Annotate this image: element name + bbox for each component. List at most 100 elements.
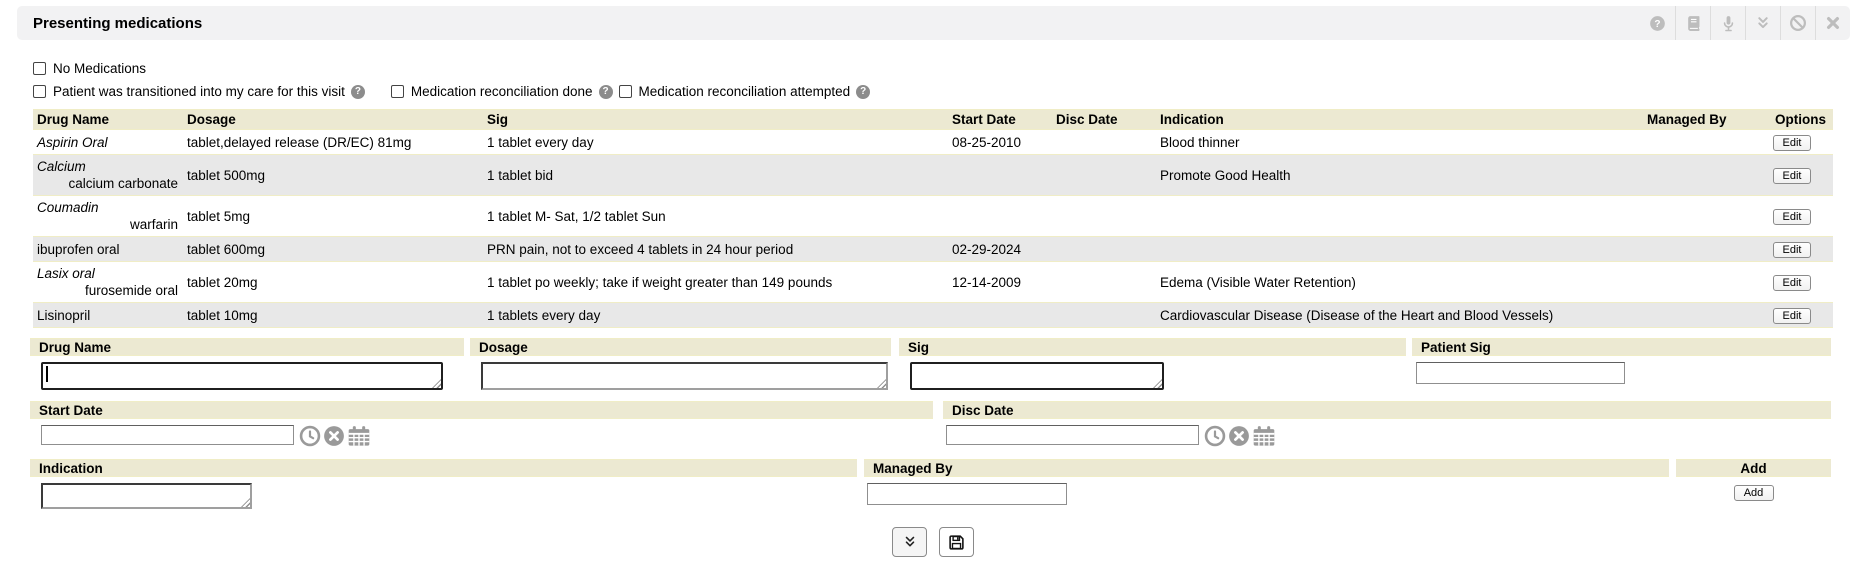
expand-more-button[interactable] [892, 527, 927, 557]
clear-date-icon[interactable] [1228, 425, 1250, 447]
save-floppy-icon [948, 534, 965, 551]
options-cell: Edit [1768, 237, 1833, 261]
form-label-disc-date: Disc Date [943, 401, 1831, 419]
start-date-cell [948, 213, 1052, 219]
start-date-cell: 08-25-2010 [948, 131, 1052, 154]
options-cell: Edit [1768, 163, 1833, 187]
form-label-managed-by: Managed By [864, 459, 1669, 477]
recon-done-checkbox[interactable] [391, 85, 404, 98]
sig-cell: 1 tablet po weekly; take if weight great… [483, 271, 948, 294]
drug-name-cell: Lisinopril [33, 304, 183, 327]
help-icon[interactable]: ? [351, 85, 365, 99]
form-label-start-date: Start Date [30, 401, 933, 419]
recon-attempted-checkbox[interactable] [619, 85, 632, 98]
collapse-icon[interactable] [1745, 6, 1780, 40]
table-row: Lasix oralfurosemide oral tablet 20mg 1 … [33, 262, 1833, 303]
managed-by-input[interactable] [867, 483, 1067, 505]
current-time-icon[interactable] [299, 425, 321, 447]
drug-name-cell: Coumadinwarfarin [33, 196, 183, 236]
edit-button[interactable]: Edit [1773, 209, 1811, 225]
disc-date-cell [1052, 172, 1156, 178]
form-label-add: Add [1676, 459, 1831, 477]
drug-name-cell: Calciumcalcium carbonate [33, 155, 183, 195]
page-title: Presenting medications [17, 15, 202, 32]
edit-button[interactable]: Edit [1773, 242, 1811, 258]
disc-date-cell [1052, 312, 1156, 318]
dosage-cell: tablet,delayed release (DR/EC) 81mg [183, 131, 483, 154]
form-label-drug-name: Drug Name [30, 338, 464, 356]
start-date-cell [948, 312, 1052, 318]
no-medications-label: No Medications [53, 61, 146, 76]
indication-cell: Promote Good Health [1156, 164, 1643, 187]
dosage-cell: tablet 600mg [183, 238, 483, 261]
clear-date-icon[interactable] [323, 425, 345, 447]
col-header-sig: Sig [483, 110, 948, 129]
patient-sig-input[interactable] [1416, 362, 1625, 384]
sig-cell: 1 tablet M- Sat, 1/2 tablet Sun [483, 205, 948, 228]
start-date-cell [948, 172, 1052, 178]
calendar-icon[interactable] [347, 425, 371, 447]
checkbox-section: No Medications Patient was transitioned … [33, 60, 1854, 100]
managed-by-cell [1643, 172, 1768, 178]
save-button[interactable] [939, 527, 974, 557]
table-row: Aspirin Oral tablet,delayed release (DR/… [33, 130, 1833, 155]
disc-date-cell [1052, 279, 1156, 285]
start-date-cell: 12-14-2009 [948, 271, 1052, 294]
drug-name-cell: Lasix oralfurosemide oral [33, 262, 183, 302]
book-icon[interactable] [1675, 6, 1710, 40]
transitioned-label: Patient was transitioned into my care fo… [53, 84, 345, 99]
edit-button[interactable]: Edit [1773, 135, 1811, 151]
no-medications-checkbox[interactable] [33, 62, 46, 75]
indication-cell: Cardiovascular Disease (Disease of the H… [1156, 304, 1643, 327]
sig-cell: 1 tablet bid [483, 164, 948, 187]
disc-date-input[interactable] [946, 425, 1199, 445]
edit-button[interactable]: Edit [1773, 168, 1811, 184]
options-cell: Edit [1768, 130, 1833, 154]
add-button[interactable]: Add [1734, 485, 1774, 501]
indication-cell: Edema (Visible Water Retention) [1156, 271, 1643, 294]
options-cell: Edit [1768, 303, 1833, 327]
table-row: Lisinopril tablet 10mg 1 tablets every d… [33, 303, 1833, 328]
indication-cell [1156, 213, 1643, 219]
recon-done-label: Medication reconciliation done [411, 84, 593, 99]
add-medication-form: Drug Name Dosage Sig [30, 338, 1831, 511]
col-header-disc-date: Disc Date [1052, 110, 1156, 129]
help-icon[interactable]: ? [1640, 6, 1675, 40]
disc-date-cell [1052, 213, 1156, 219]
current-time-icon[interactable] [1204, 425, 1226, 447]
managed-by-cell [1643, 279, 1768, 285]
text-caret [46, 366, 48, 382]
dosage-cell: tablet 5mg [183, 205, 483, 228]
col-header-options: Options [1768, 110, 1833, 129]
disc-date-cell [1052, 246, 1156, 252]
managed-by-cell [1643, 246, 1768, 252]
options-cell: Edit [1768, 204, 1833, 228]
start-date-input[interactable] [41, 425, 294, 445]
calendar-icon[interactable] [1252, 425, 1276, 447]
sig-textarea[interactable] [910, 362, 1164, 390]
transitioned-checkbox[interactable] [33, 85, 46, 98]
bottom-actions [33, 527, 1833, 557]
drug-name-textarea[interactable] [41, 362, 443, 390]
close-icon[interactable] [1815, 6, 1850, 40]
dosage-cell: tablet 500mg [183, 164, 483, 187]
microphone-icon[interactable] [1710, 6, 1745, 40]
edit-button[interactable]: Edit [1773, 275, 1811, 291]
col-header-indication: Indication [1156, 110, 1643, 129]
col-header-start-date: Start Date [948, 110, 1052, 129]
help-icon[interactable]: ? [599, 85, 613, 99]
double-chevron-down-icon [903, 535, 917, 549]
help-icon[interactable]: ? [856, 85, 870, 99]
edit-button[interactable]: Edit [1773, 308, 1811, 324]
options-cell: Edit [1768, 270, 1833, 294]
disable-icon[interactable] [1780, 6, 1815, 40]
form-label-sig: Sig [899, 338, 1406, 356]
col-header-dosage: Dosage [183, 110, 483, 129]
indication-textarea[interactable] [41, 483, 252, 509]
drug-name-cell: Aspirin Oral [33, 131, 183, 154]
dosage-textarea[interactable] [481, 362, 888, 390]
form-label-dosage: Dosage [470, 338, 891, 356]
table-row: ibuprofen oral tablet 600mg PRN pain, no… [33, 237, 1833, 262]
indication-cell [1156, 246, 1643, 252]
svg-text:?: ? [1654, 19, 1660, 30]
